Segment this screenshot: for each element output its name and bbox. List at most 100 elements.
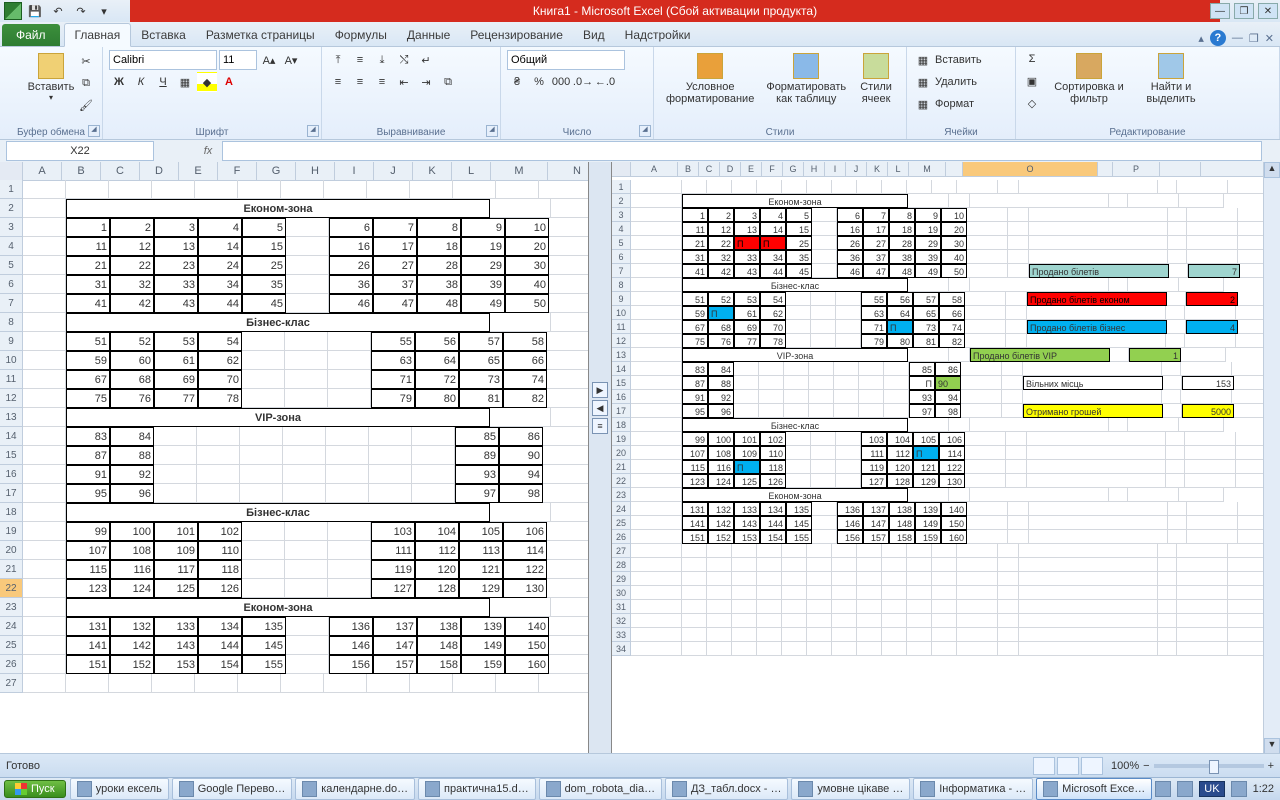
cell[interactable] — [1185, 446, 1236, 460]
cell[interactable] — [732, 544, 757, 558]
cell[interactable] — [1168, 236, 1187, 250]
cell[interactable] — [811, 306, 836, 320]
cell[interactable]: 42 — [708, 264, 734, 278]
cell[interactable] — [1158, 628, 1177, 642]
cell[interactable]: 130 — [939, 474, 965, 488]
undo-icon[interactable]: ↶ — [48, 1, 68, 21]
cell[interactable] — [784, 404, 809, 418]
cell[interactable] — [907, 628, 932, 642]
cell[interactable]: 140 — [941, 502, 967, 516]
cell[interactable] — [967, 530, 1008, 544]
cell[interactable] — [549, 275, 589, 294]
cell[interactable] — [1027, 432, 1166, 446]
cell[interactable] — [242, 579, 285, 598]
cell[interactable] — [809, 376, 834, 390]
cell[interactable]: 98 — [499, 484, 543, 503]
cell[interactable] — [285, 351, 328, 370]
cell[interactable] — [707, 628, 732, 642]
border-icon[interactable]: ▦ — [175, 72, 195, 92]
cell[interactable]: 25 — [242, 256, 286, 275]
cell[interactable] — [998, 642, 1019, 656]
cell[interactable]: 44 — [198, 294, 242, 313]
cell[interactable] — [1008, 236, 1029, 250]
sort-filter-button[interactable]: Сортировка и фильтр — [1048, 49, 1130, 109]
cell[interactable]: 14 — [198, 237, 242, 256]
cell[interactable]: 46 — [837, 264, 863, 278]
row-header[interactable]: 9 — [612, 292, 631, 306]
font-name-input[interactable] — [109, 50, 217, 70]
cell[interactable] — [496, 674, 539, 693]
cell[interactable] — [547, 579, 589, 598]
cell[interactable] — [242, 332, 285, 351]
cell[interactable] — [23, 408, 66, 427]
cut-icon[interactable]: ✂ — [76, 51, 96, 71]
zoom-slider[interactable] — [1154, 764, 1264, 768]
cell[interactable]: 41 — [682, 264, 708, 278]
cell[interactable] — [811, 446, 836, 460]
cell[interactable]: 38 — [889, 250, 915, 264]
cell[interactable]: 126 — [760, 474, 786, 488]
cell[interactable] — [631, 558, 682, 572]
cell[interactable] — [834, 390, 859, 404]
zoom-level[interactable]: 100% — [1111, 760, 1139, 772]
cell[interactable] — [932, 544, 957, 558]
col-header[interactable]: B — [678, 162, 699, 176]
cell[interactable] — [1177, 628, 1228, 642]
cell[interactable]: 19 — [461, 237, 505, 256]
cell[interactable] — [782, 642, 807, 656]
cell[interactable] — [836, 446, 861, 460]
cell[interactable] — [857, 572, 882, 586]
col-header[interactable]: M — [491, 162, 548, 180]
cell[interactable] — [998, 614, 1019, 628]
cell[interactable]: 35 — [786, 250, 812, 264]
cell[interactable] — [547, 522, 589, 541]
cell[interactable] — [807, 544, 832, 558]
cell[interactable]: 96 — [708, 404, 734, 418]
cell[interactable] — [631, 404, 682, 418]
cell[interactable] — [1181, 362, 1232, 376]
cell[interactable] — [932, 600, 957, 614]
cell[interactable] — [965, 432, 1006, 446]
cell[interactable] — [1179, 488, 1224, 502]
align-bottom-icon[interactable]: ⤓ — [372, 50, 392, 70]
cell[interactable] — [66, 674, 109, 693]
row-header[interactable]: 27 — [0, 674, 23, 693]
cell[interactable]: 125 — [734, 474, 760, 488]
cell[interactable] — [832, 180, 857, 194]
comma-icon[interactable]: 000 — [551, 72, 571, 92]
cell[interactable]: 17 — [863, 222, 889, 236]
cell[interactable]: 48 — [889, 264, 915, 278]
cell[interactable]: 58 — [939, 292, 965, 306]
cell[interactable]: 148 — [417, 636, 461, 655]
cell[interactable] — [784, 376, 809, 390]
cell[interactable] — [23, 674, 66, 693]
cell[interactable]: 23 — [154, 256, 198, 275]
row-header[interactable]: 33 — [612, 628, 631, 642]
cell[interactable]: 47 — [863, 264, 889, 278]
cell[interactable]: 78 — [198, 389, 242, 408]
row-header[interactable]: 6 — [612, 250, 631, 264]
cell[interactable] — [836, 334, 861, 348]
italic-button[interactable]: К — [131, 72, 151, 92]
cell[interactable] — [1006, 460, 1027, 474]
cell[interactable] — [857, 558, 882, 572]
format-cells-icon[interactable]: ▦ — [913, 94, 933, 114]
col-header[interactable]: I — [335, 162, 374, 180]
cell[interactable]: 10 — [941, 208, 967, 222]
cell[interactable] — [1002, 376, 1023, 390]
cell[interactable]: 152 — [110, 655, 154, 674]
save-icon[interactable]: 💾 — [25, 1, 45, 21]
row-header[interactable]: 1 — [612, 180, 631, 194]
formula-bar[interactable] — [222, 141, 1262, 161]
cell[interactable] — [1006, 432, 1027, 446]
cell[interactable]: 70 — [198, 370, 242, 389]
cell[interactable] — [907, 572, 932, 586]
cell[interactable] — [453, 674, 496, 693]
cell[interactable] — [757, 558, 782, 572]
cell[interactable] — [682, 642, 707, 656]
cell[interactable] — [907, 600, 932, 614]
cell[interactable] — [631, 488, 682, 502]
cell[interactable] — [328, 560, 371, 579]
cell[interactable]: 32 — [110, 275, 154, 294]
cell[interactable]: 117 — [154, 560, 198, 579]
